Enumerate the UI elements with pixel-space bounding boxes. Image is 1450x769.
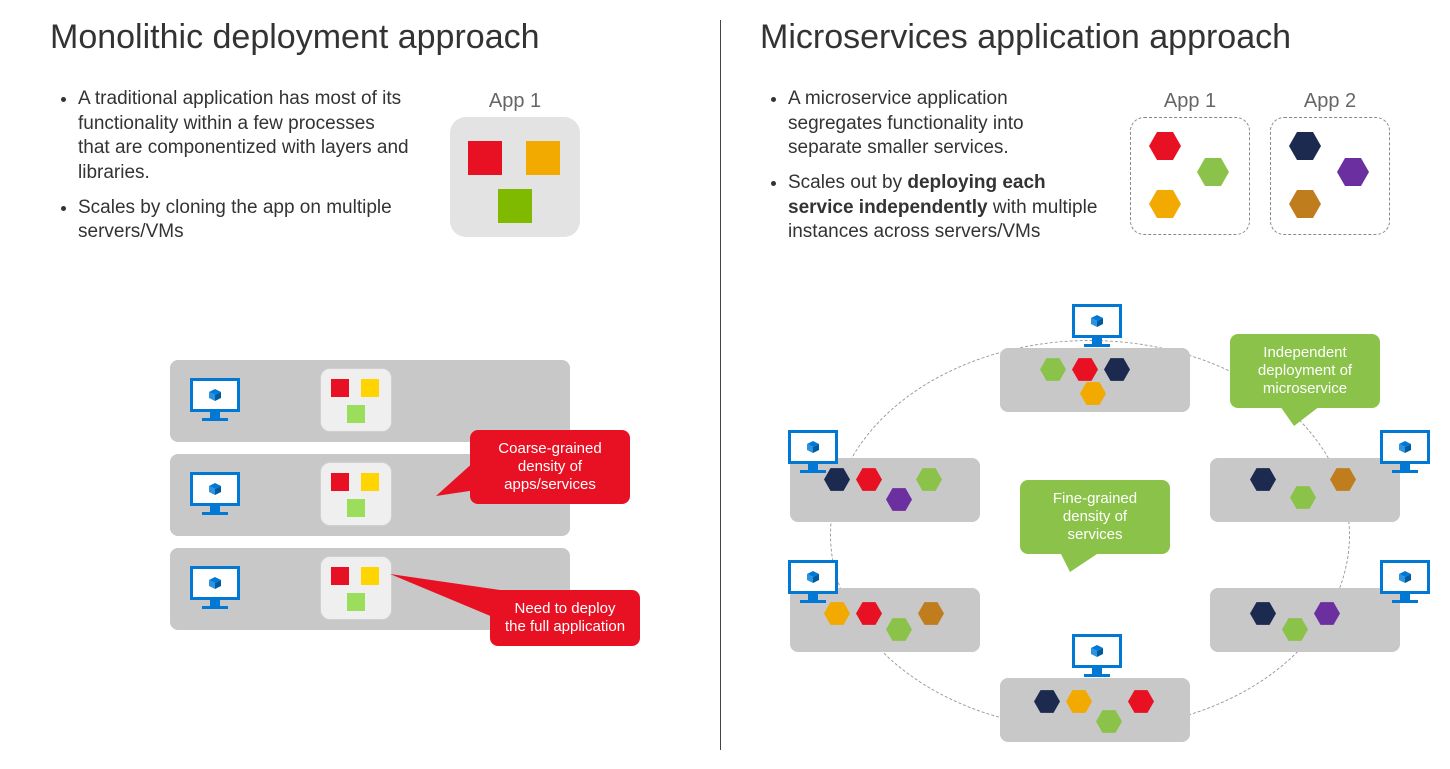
bullet-item: Scales by cloning the app on multiple se… bbox=[78, 196, 410, 245]
callout-tail-icon bbox=[390, 570, 500, 630]
mini-square-green bbox=[347, 593, 365, 611]
hex-lime bbox=[916, 468, 942, 491]
callout-text: Coarse-grained density of apps/services bbox=[498, 440, 601, 493]
bullet-item: Scales out by deploying each service ind… bbox=[788, 171, 1100, 245]
vm-monitor-icon bbox=[190, 566, 240, 610]
monolithic-column: Monolithic deployment approach A traditi… bbox=[50, 0, 690, 255]
mini-square-green bbox=[347, 499, 365, 517]
mini-square-green bbox=[347, 405, 365, 423]
bullet-item: A microservice application segregates fu… bbox=[788, 87, 1100, 161]
app2-label: App 2 bbox=[1270, 90, 1390, 113]
vm-monitor-icon bbox=[1072, 304, 1122, 348]
hex-brown bbox=[918, 602, 944, 625]
hex-orange bbox=[1066, 690, 1092, 713]
hex-lime bbox=[1040, 358, 1066, 381]
callout-tail-icon bbox=[1060, 552, 1100, 572]
hex-red bbox=[856, 468, 882, 491]
node-hexes bbox=[790, 458, 980, 522]
microservices-bullets: A microservice application segregates fu… bbox=[760, 87, 1100, 245]
hex-service-navy bbox=[1289, 132, 1321, 160]
hex-purple bbox=[1314, 602, 1340, 625]
hex-purple bbox=[886, 488, 912, 511]
mini-app-box bbox=[320, 368, 392, 432]
hex-lime bbox=[886, 618, 912, 641]
hex-navy bbox=[824, 468, 850, 491]
hex-service-purple bbox=[1337, 158, 1369, 186]
hex-red bbox=[1128, 690, 1154, 713]
callout-tail-icon bbox=[436, 460, 476, 500]
hex-navy bbox=[1034, 690, 1060, 713]
microservice-apps-group: App 1 App 2 bbox=[1130, 90, 1390, 235]
hex-navy bbox=[1250, 602, 1276, 625]
mini-square-yellow bbox=[361, 473, 379, 491]
microservices-column: Microservices application approach A mic… bbox=[760, 0, 1420, 255]
app1-label: App 1 bbox=[1130, 90, 1250, 113]
monolithic-bullets: A traditional application has most of it… bbox=[50, 87, 410, 245]
mini-square-yellow bbox=[361, 567, 379, 585]
cluster-node-lower-right bbox=[1210, 570, 1400, 652]
node-hexes bbox=[1000, 678, 1190, 742]
component-square-red bbox=[468, 141, 502, 175]
mini-app-box bbox=[320, 462, 392, 526]
hex-navy bbox=[1104, 358, 1130, 381]
ms-app2-group: App 2 bbox=[1270, 90, 1390, 235]
mini-square-red bbox=[331, 379, 349, 397]
hex-orange bbox=[824, 602, 850, 625]
callout-independent-deployment: Independent deployment of microservice bbox=[1230, 334, 1380, 408]
bullet-item: A traditional application has most of it… bbox=[78, 87, 410, 186]
mini-square-red bbox=[331, 567, 349, 585]
cluster-node-upper-right bbox=[1210, 440, 1400, 522]
mini-square-yellow bbox=[361, 379, 379, 397]
mini-app-box bbox=[320, 556, 392, 620]
column-divider bbox=[720, 20, 721, 750]
monolith-app1-group: App 1 bbox=[450, 90, 580, 237]
ms-app2-box bbox=[1270, 117, 1390, 235]
vm-monitor-icon bbox=[190, 378, 240, 422]
app1-label: App 1 bbox=[450, 90, 580, 113]
callout-tail-icon bbox=[1280, 406, 1320, 426]
hex-service-red bbox=[1149, 132, 1181, 160]
callout-full-deploy: Need to deploy the full application bbox=[490, 590, 640, 646]
mini-square-red bbox=[331, 473, 349, 491]
hex-service-orange bbox=[1149, 190, 1181, 218]
component-square-orange bbox=[526, 141, 560, 175]
hex-brown bbox=[1330, 468, 1356, 491]
hex-lime bbox=[1282, 618, 1308, 641]
hex-red bbox=[856, 602, 882, 625]
hex-service-brown bbox=[1289, 190, 1321, 218]
hex-lime bbox=[1290, 486, 1316, 509]
microservice-cluster: Fine-grained density of services Indepen… bbox=[770, 320, 1430, 760]
cluster-node-top bbox=[1000, 330, 1190, 412]
hex-navy bbox=[1250, 468, 1276, 491]
cluster-node-lower-left bbox=[790, 570, 980, 652]
hex-service-lime bbox=[1197, 158, 1229, 186]
node-hexes bbox=[1000, 348, 1190, 412]
callout-coarse-grained: Coarse-grained density of apps/services bbox=[470, 430, 630, 504]
callout-fine-grained: Fine-grained density of services bbox=[1020, 480, 1170, 554]
ms-app1-group: App 1 bbox=[1130, 90, 1250, 235]
bullet-text-pre: Scales out by bbox=[788, 172, 907, 193]
callout-text: Fine-grained density of services bbox=[1053, 490, 1137, 543]
hex-lime bbox=[1096, 710, 1122, 733]
node-hexes bbox=[1210, 458, 1400, 522]
monolithic-title: Monolithic deployment approach bbox=[50, 18, 690, 57]
vm-monitor-icon bbox=[190, 472, 240, 516]
callout-text: Independent deployment of microservice bbox=[1258, 344, 1352, 397]
node-hexes bbox=[1210, 588, 1400, 652]
cluster-node-upper-left bbox=[790, 440, 980, 522]
microservices-title: Microservices application approach bbox=[760, 18, 1420, 57]
ms-app1-box bbox=[1130, 117, 1250, 235]
cluster-node-bottom bbox=[1000, 660, 1190, 742]
monolith-app1-box bbox=[450, 117, 580, 237]
hex-orange bbox=[1080, 382, 1106, 405]
node-hexes bbox=[790, 588, 980, 652]
vm-monitor-icon bbox=[1072, 634, 1122, 678]
component-square-green bbox=[498, 189, 532, 223]
callout-text: Need to deploy the full application bbox=[505, 600, 625, 635]
hex-red bbox=[1072, 358, 1098, 381]
